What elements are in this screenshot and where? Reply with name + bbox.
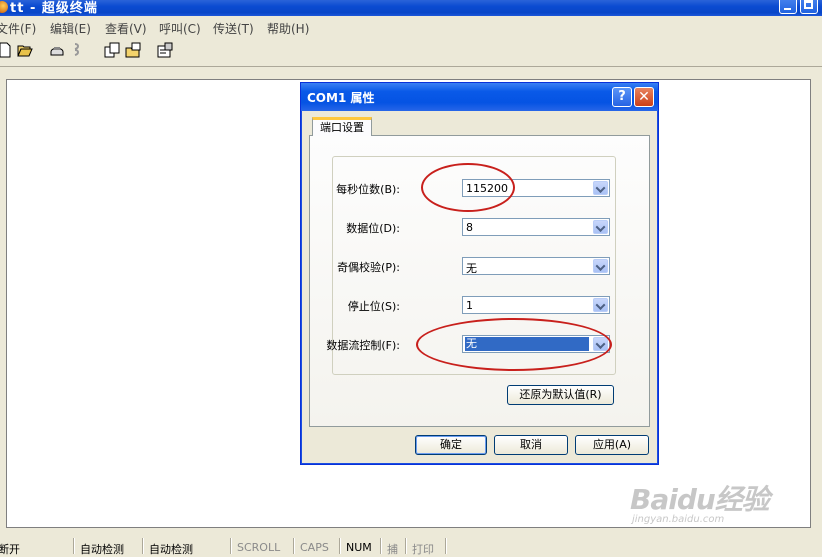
data-bits-label: 数据位(D): — [346, 222, 400, 235]
watermark-url: jingyan.baidu.com — [632, 514, 725, 525]
status-divider — [73, 538, 74, 554]
parity-select[interactable]: 无 — [462, 257, 610, 275]
annotation-ellipse — [421, 163, 515, 212]
status-scroll: SCROLL — [237, 541, 281, 554]
status-capture: 捕 — [387, 543, 398, 556]
chevron-down-icon[interactable] — [593, 181, 608, 195]
com1-properties-dialog: COM1 属性 ? ✕ 每秒位数(B): 115200 数据位(D): 8 奇偶… — [300, 82, 659, 465]
stop-bits-value: 1 — [466, 299, 473, 312]
status-divider — [142, 538, 143, 554]
new-connection-icon[interactable] — [0, 42, 13, 58]
baud-rate-label: 每秒位数(B): — [336, 183, 400, 196]
menu-help[interactable]: 帮助(H) — [267, 20, 309, 37]
watermark-logo: Baidu经验 — [630, 483, 770, 516]
restore-defaults-button[interactable]: 还原为默认值(R) — [507, 385, 614, 405]
tab-port-settings[interactable]: 端口设置 — [312, 117, 372, 136]
status-divider — [339, 538, 340, 554]
status-caps: CAPS — [300, 541, 329, 554]
minimize-button[interactable] — [779, 0, 797, 14]
data-bits-value: 8 — [466, 221, 473, 234]
apply-button[interactable]: 应用(A) — [575, 435, 649, 455]
ok-button[interactable]: 确定 — [415, 435, 487, 455]
window-title: tt - 超级终端 — [10, 1, 98, 16]
menu-view[interactable]: 查看(V) — [105, 20, 147, 37]
open-icon[interactable] — [17, 42, 33, 58]
data-bits-select[interactable]: 8 — [462, 218, 610, 236]
status-detect-2: 自动检测 — [149, 543, 193, 556]
stop-bits-select[interactable]: 1 — [462, 296, 610, 314]
disconnect-icon[interactable] — [71, 42, 87, 58]
parity-value: 无 — [466, 262, 477, 275]
app-icon — [0, 1, 8, 13]
window-titlebar: tt - 超级终端 — [0, 0, 822, 16]
parity-label: 奇偶校验(P): — [337, 261, 400, 274]
menu-edit[interactable]: 编辑(E) — [50, 20, 91, 37]
chevron-down-icon[interactable] — [593, 259, 608, 273]
status-divider — [230, 538, 231, 554]
status-print: 打印 — [412, 543, 434, 556]
menu-file[interactable]: 文件(F) — [0, 20, 36, 37]
chevron-down-icon[interactable] — [593, 220, 608, 234]
receive-icon[interactable] — [125, 42, 141, 58]
dialog-titlebar: COM1 属性 ? ✕ — [301, 83, 658, 111]
toolbar — [0, 38, 822, 67]
call-icon[interactable] — [49, 42, 65, 58]
status-connection: 断开 — [0, 543, 20, 556]
close-button[interactable]: ✕ — [634, 87, 654, 107]
chevron-down-icon[interactable] — [593, 298, 608, 312]
flow-control-label: 数据流控制(F): — [326, 339, 400, 352]
status-bar: 断开 自动检测 自动检测 SCROLL CAPS NUM 捕 打印 — [0, 538, 822, 556]
status-divider — [405, 538, 406, 554]
dialog-title: COM1 属性 — [307, 91, 375, 105]
maximize-button[interactable] — [800, 0, 818, 14]
annotation-ellipse — [416, 318, 612, 371]
cancel-button[interactable]: 取消 — [494, 435, 568, 455]
menu-bar: 文件(F) 编辑(E) 查看(V) 呼叫(C) 传送(T) 帮助(H) — [0, 17, 822, 37]
menu-call[interactable]: 呼叫(C) — [159, 20, 201, 37]
send-icon[interactable] — [104, 42, 120, 58]
menu-transfer[interactable]: 传送(T) — [213, 20, 254, 37]
status-num: NUM — [346, 541, 372, 554]
status-divider — [293, 538, 294, 554]
watermark: Baidu经验 jingyan.baidu.com — [630, 478, 790, 530]
stop-bits-label: 停止位(S): — [347, 300, 400, 313]
status-divider — [445, 538, 446, 554]
status-divider — [380, 538, 381, 554]
properties-icon[interactable] — [157, 42, 173, 58]
status-detect-1: 自动检测 — [80, 543, 124, 556]
help-button[interactable]: ? — [612, 87, 632, 107]
